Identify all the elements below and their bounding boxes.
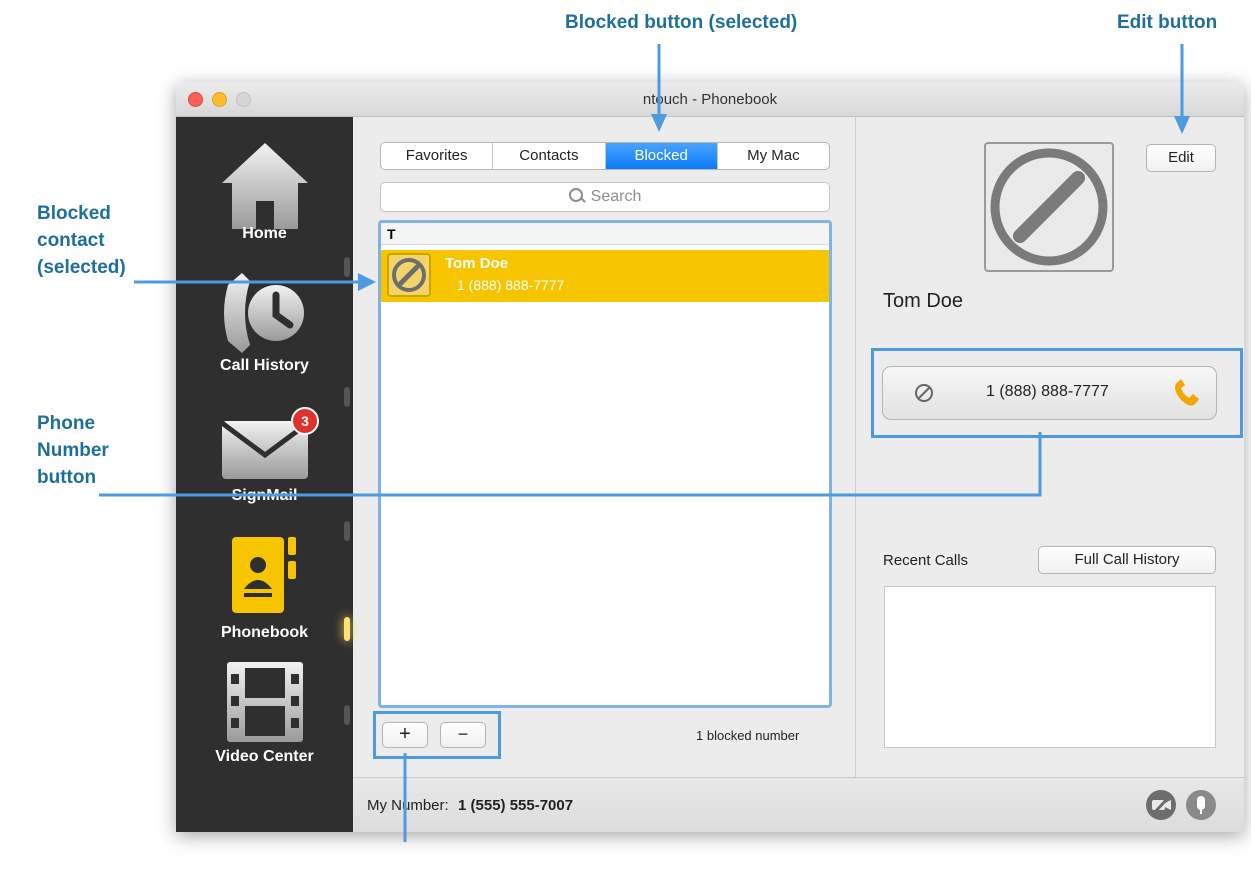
my-number-label: My Number: bbox=[367, 797, 449, 814]
sidebar-item-video-center[interactable]: Video Center bbox=[176, 652, 353, 787]
sidebar: Home Call History 3 SignMail Phonebook V… bbox=[176, 117, 353, 832]
contact-name: Tom Doe bbox=[445, 255, 509, 272]
pane-divider bbox=[855, 117, 856, 777]
sidebar-item-label: Phonebook bbox=[220, 624, 309, 641]
sidebar-item-call-history[interactable]: Call History bbox=[176, 257, 353, 387]
blocked-count: 1 blocked number bbox=[696, 728, 800, 743]
phonebook-tabs: Favorites Contacts Blocked My Mac bbox=[380, 142, 830, 170]
unread-badge: 3 bbox=[291, 407, 319, 435]
sidebar-item-label: SignMail bbox=[231, 487, 298, 504]
recent-calls-list[interactable] bbox=[884, 586, 1216, 748]
tab-blocked[interactable]: Blocked bbox=[605, 143, 718, 169]
callout-line-3: (selected) bbox=[37, 256, 126, 278]
search-icon bbox=[568, 188, 586, 203]
sidebar-item-signmail[interactable]: 3 SignMail bbox=[176, 387, 353, 517]
callout-line-1: Blocked bbox=[37, 203, 111, 224]
edit-button[interactable]: Edit bbox=[1146, 144, 1216, 172]
sidebar-indicator bbox=[344, 705, 350, 725]
sidebar-item-label: Home bbox=[242, 225, 287, 242]
callout-line-3: button bbox=[37, 466, 97, 488]
phonebook-icon bbox=[232, 537, 296, 613]
add-remove-highlight bbox=[373, 711, 501, 759]
my-number-value: 1 (555) 555-7007 bbox=[458, 797, 574, 814]
home-icon bbox=[222, 143, 308, 229]
section-header: T bbox=[381, 223, 829, 245]
search-placeholder: Search bbox=[590, 188, 642, 205]
sidebar-item-label: Video Center bbox=[215, 748, 314, 765]
tab-my-mac[interactable]: My Mac bbox=[718, 143, 829, 169]
callout-blocked-button: Blocked button (selected) bbox=[565, 12, 798, 33]
full-call-history-button[interactable]: Full Call History bbox=[1038, 546, 1216, 574]
title-bar[interactable]: ntouch - Phonebook bbox=[176, 82, 1244, 117]
sidebar-item-phonebook[interactable]: Phonebook bbox=[176, 517, 353, 652]
callout-line-2: contact bbox=[37, 229, 105, 251]
search-input[interactable]: Search bbox=[380, 182, 830, 212]
contact-avatar bbox=[387, 253, 431, 297]
callout-line-2: Number bbox=[37, 439, 109, 461]
tab-contacts[interactable]: Contacts bbox=[493, 143, 606, 169]
blocked-icon bbox=[392, 258, 426, 292]
video-off-icon[interactable] bbox=[1145, 789, 1177, 821]
sidebar-item-label: Call History bbox=[220, 357, 309, 374]
recent-calls-label: Recent Calls bbox=[883, 552, 969, 569]
detail-avatar bbox=[984, 142, 1114, 272]
status-bar: My Number: 1 (555) 555-7007 bbox=[353, 777, 1244, 832]
callout-line-1: Phone bbox=[37, 413, 96, 434]
app-window: ntouch - Phonebook Home Call History 3 S… bbox=[176, 82, 1244, 832]
contact-name: Tom Doe bbox=[883, 290, 964, 312]
contact-list: T Tom Doe 1 (888) 888-7777 bbox=[378, 220, 832, 708]
tab-favorites[interactable]: Favorites bbox=[381, 143, 494, 169]
callout-phone-number-button: Phone Number button bbox=[37, 411, 109, 492]
callout-blocked-contact: Blocked contact (selected) bbox=[37, 201, 126, 282]
active-indicator bbox=[344, 617, 350, 641]
phone-number-highlight bbox=[871, 348, 1243, 438]
callout-edit-button: Edit button bbox=[1117, 12, 1218, 33]
call-history-icon bbox=[224, 273, 304, 353]
contact-number: 1 (888) 888-7777 bbox=[457, 277, 565, 293]
film-strip-icon bbox=[227, 662, 303, 742]
window-title: ntouch - Phonebook bbox=[642, 91, 778, 108]
microphone-icon[interactable] bbox=[1185, 789, 1217, 821]
sidebar-item-home[interactable]: Home bbox=[176, 127, 353, 252]
blocked-icon bbox=[990, 148, 1108, 266]
list-item[interactable]: Tom Doe 1 (888) 888-7777 bbox=[381, 250, 829, 302]
